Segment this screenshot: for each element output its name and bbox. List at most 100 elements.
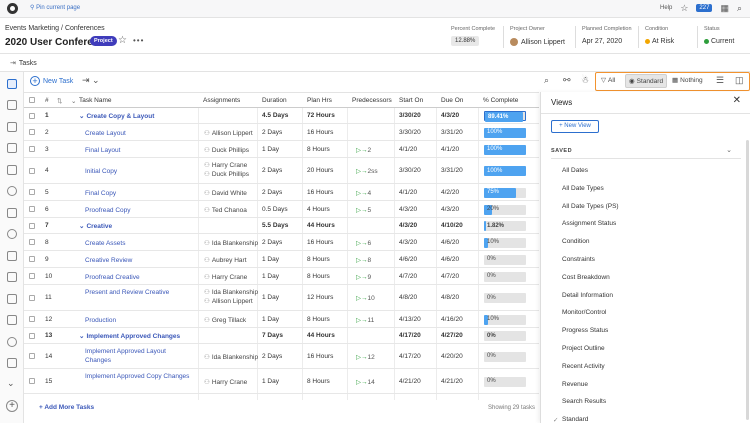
predecessor[interactable]: ▷→8 <box>356 256 371 264</box>
col-task-name[interactable]: Task Name <box>79 97 112 104</box>
assignments[interactable]: ⚇ Allison Lippert <box>204 129 253 138</box>
table-row[interactable]: 1 ⌄ Create Copy & Layout 4.5 Days 72 Hours 3/… <box>24 108 539 124</box>
apps-grid-icon[interactable]: ▦ <box>720 3 729 13</box>
plan-hours[interactable]: 8 Hours <box>307 256 330 263</box>
plan-hours[interactable]: 8 Hours <box>307 316 330 323</box>
row-checkbox[interactable] <box>29 189 35 195</box>
row-checkbox[interactable] <box>29 206 35 212</box>
col-predecessors[interactable]: Predecessors <box>352 97 392 104</box>
table-row[interactable]: 12 Production ⚇ Greg Tillack 1 Day 8 Hours ▷→1… <box>24 311 539 328</box>
row-checkbox[interactable] <box>29 167 35 174</box>
view-item[interactable]: Cost Breakdown <box>562 274 610 281</box>
progress-bar[interactable]: 0% <box>484 376 526 387</box>
due-date[interactable]: 4/6/20 <box>441 256 459 263</box>
nav-list-icon[interactable] <box>7 272 17 282</box>
col-start-on[interactable]: Start On <box>399 97 423 104</box>
progress-bar[interactable]: 100% <box>484 127 526 138</box>
breadcrumb-parent[interactable]: Events Marketing <box>5 25 59 32</box>
table-row[interactable]: 5 Final Copy ⚇ David White 2 Days 16 Hours ▷→4… <box>24 184 539 201</box>
plan-hours[interactable]: 8 Hours <box>307 273 330 280</box>
predecessor[interactable]: ▷→9 <box>356 273 371 281</box>
plan-hours[interactable]: 4 Hours <box>307 206 330 213</box>
status-value[interactable]: Current <box>704 38 734 45</box>
start-date[interactable]: 4/21/20 <box>399 378 421 385</box>
assignments[interactable]: ⚇ Ida Blankenship <box>204 239 258 248</box>
row-checkbox[interactable] <box>29 146 35 152</box>
progress-bar[interactable]: 75% <box>484 187 526 198</box>
view-item[interactable]: Search Results <box>562 398 606 405</box>
link-tasks-icon[interactable]: ⚯ <box>563 75 571 86</box>
row-checkbox[interactable] <box>29 378 35 384</box>
plan-hours[interactable]: 16 Hours <box>307 239 333 246</box>
table-row[interactable]: 6 Proofread Copy ⚇ Ted Chanoa 0.5 Days 4 Hour… <box>24 201 539 218</box>
progress-bar[interactable]: 0% <box>484 271 526 282</box>
task-name-link[interactable]: Present and Review Creative <box>85 288 190 297</box>
view-item[interactable]: Recent Activity <box>562 363 605 370</box>
panel-toggle-icon[interactable]: ◫ <box>735 75 744 86</box>
col-percent-complete[interactable]: % Complete <box>483 97 518 104</box>
due-date[interactable]: 4/21/20 <box>441 378 463 385</box>
nav-mail-icon[interactable] <box>7 315 17 325</box>
due-date[interactable]: 4/3/20 <box>441 112 459 119</box>
progress-bar[interactable]: 10% <box>484 237 526 248</box>
plan-hours[interactable]: 8 Hours <box>307 378 330 385</box>
start-date[interactable]: 4/7/20 <box>399 273 417 280</box>
start-date[interactable]: 4/17/20 <box>399 332 421 339</box>
plan-hours[interactable]: 16 Hours <box>307 129 333 136</box>
nav-comment-icon[interactable] <box>7 186 17 196</box>
plan-hours[interactable]: 8 Hours <box>307 146 330 153</box>
assignments[interactable]: ⚇ Duck Phillips <box>204 146 249 155</box>
duration[interactable]: 2 Days <box>262 353 282 360</box>
nav-report-icon[interactable] <box>7 294 17 304</box>
due-date[interactable]: 4/20/20 <box>441 353 463 360</box>
duration[interactable]: 2 Days <box>262 167 282 174</box>
predecessor[interactable]: ▷→14 <box>356 378 375 386</box>
plan-hours[interactable]: 16 Hours <box>307 189 333 196</box>
row-checkbox[interactable] <box>29 112 35 119</box>
list-view-icon[interactable]: ☰ <box>716 75 724 86</box>
row-checkbox[interactable] <box>29 316 35 322</box>
view-item[interactable]: Monitor/Control <box>562 309 606 316</box>
table-row[interactable]: 10 Proofread Creative ⚇ Harry Crane 1 Day 8 H… <box>24 268 539 285</box>
progress-bar[interactable]: 10% <box>484 314 526 325</box>
add-more-tasks-link[interactable]: + Add More Tasks <box>39 404 94 411</box>
assignments[interactable]: ⚇ Aubrey Hart <box>204 256 247 265</box>
predecessor[interactable]: ▷→2ss <box>356 167 378 175</box>
nav-chart-icon[interactable] <box>7 165 17 175</box>
view-item[interactable]: Condition <box>562 238 589 245</box>
assignments[interactable]: ⚇ Harry Crane <box>204 378 247 387</box>
duration[interactable]: 1 Day <box>262 146 279 153</box>
new-task-button[interactable]: + New Task <box>30 76 73 86</box>
start-date[interactable]: 4/8/20 <box>399 294 417 301</box>
nav-tasks-icon[interactable] <box>7 79 17 89</box>
due-date[interactable]: 4/7/20 <box>441 273 459 280</box>
progress-bar[interactable]: 100% <box>484 144 526 155</box>
panel-scrollbar[interactable] <box>746 140 749 420</box>
project-owner-value[interactable]: Allison Lippert <box>510 38 565 46</box>
table-row[interactable]: 7 ⌄ Creative 5.5 Days 44 Hours 4/3/20 4/10/20 1… <box>24 218 539 234</box>
start-date[interactable]: 4/13/20 <box>399 316 421 323</box>
assignments[interactable]: ⚇ Ida Blankenship <box>204 353 258 362</box>
duration[interactable]: 1 Day <box>262 273 279 280</box>
due-date[interactable]: 4/6/20 <box>441 239 459 246</box>
progress-bar[interactable]: 100% <box>484 166 526 176</box>
col-plan-hrs[interactable]: Plan Hrs <box>307 97 332 104</box>
due-date[interactable]: 4/8/20 <box>441 294 459 301</box>
nav-document-icon[interactable] <box>7 100 17 110</box>
task-name-link[interactable]: ⌄ Create Copy & Layout <box>79 112 229 121</box>
nav-add-icon[interactable]: + <box>6 400 18 412</box>
table-row[interactable]: 15 Implement Approved Copy Changes ⚇ Harry … <box>24 369 539 394</box>
predecessor[interactable]: ▷→4 <box>356 189 371 197</box>
predecessor[interactable]: ▷→12 <box>356 353 375 361</box>
people-filter-icon[interactable]: ☃ <box>581 75 589 86</box>
view-item[interactable]: Progress Status <box>562 327 608 334</box>
assignments[interactable]: ⚇ Greg Tillack <box>204 316 246 325</box>
progress-bar[interactable]: 0% <box>484 254 526 265</box>
progress-bar[interactable]: 89.41% <box>484 111 526 122</box>
new-view-button[interactable]: + New View <box>551 120 599 133</box>
nav-expand-chevron-icon[interactable]: ⌄ <box>7 378 15 389</box>
due-date[interactable]: 3/31/20 <box>441 167 463 174</box>
plan-hours[interactable]: 44 Hours <box>307 332 335 339</box>
plan-hours[interactable]: 16 Hours <box>307 353 333 360</box>
view-item[interactable]: All Date Types <box>562 185 604 192</box>
